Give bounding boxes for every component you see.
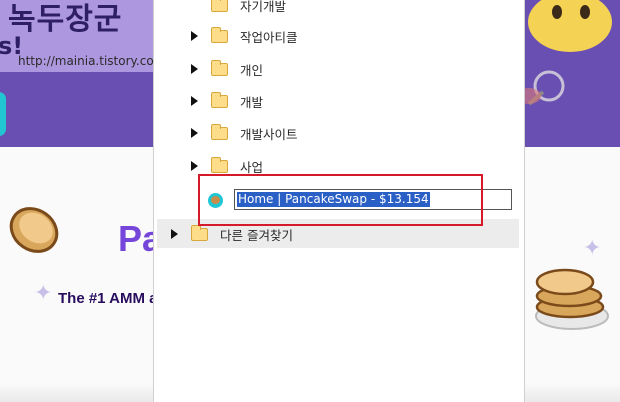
bookmark-folder-label: 개발사이트	[240, 126, 298, 142]
sparkle-icon: ✦	[34, 281, 53, 306]
pancake-icon	[9, 207, 59, 253]
bookmark-folder-row[interactable]: 작업아티클	[191, 24, 298, 48]
folder-icon	[211, 123, 228, 140]
bookmark-folder-row[interactable]: 개발사이트	[191, 121, 298, 145]
bookmark-folder-row[interactable]: 개인	[191, 57, 263, 81]
expand-arrow-icon[interactable]	[171, 229, 178, 239]
bookmark-folder-label: 개발	[240, 94, 264, 110]
pancake-stack-icon	[535, 268, 609, 330]
bookmark-folder-label: 사업	[240, 159, 264, 175]
hero-tagline: The #1 AMM a	[58, 290, 158, 307]
expand-arrow-icon[interactable]	[191, 64, 198, 74]
bookmark-folder-label: 자기개발	[240, 0, 287, 14]
expand-arrow-icon[interactable]	[191, 96, 198, 106]
bookmark-folder-label: 작업아티클	[240, 29, 298, 45]
folder-icon	[211, 59, 228, 76]
folder-icon	[191, 224, 208, 241]
annotation-highlight-box	[198, 174, 483, 226]
folder-icon	[211, 156, 228, 173]
bookmark-folder-row[interactable]: 개발	[191, 89, 263, 113]
folder-icon	[211, 91, 228, 108]
expand-arrow-icon[interactable]	[191, 128, 198, 138]
bookmark-folder-row[interactable]: 자기개발	[211, 0, 286, 17]
expand-arrow-icon[interactable]	[191, 161, 198, 171]
other-bookmarks-label: 다른 즐겨찾기	[220, 227, 293, 243]
expand-arrow-icon[interactable]	[191, 31, 198, 41]
folder-icon	[211, 0, 228, 12]
folder-icon	[211, 26, 228, 43]
sparkle-icon: ✦	[583, 236, 602, 261]
bookmark-folder-label: 개인	[240, 62, 264, 78]
cyan-accent	[0, 92, 6, 136]
watermark-title: 녹두장군	[8, 2, 123, 37]
watermark-url: http://mainia.tistory.com	[18, 54, 166, 68]
